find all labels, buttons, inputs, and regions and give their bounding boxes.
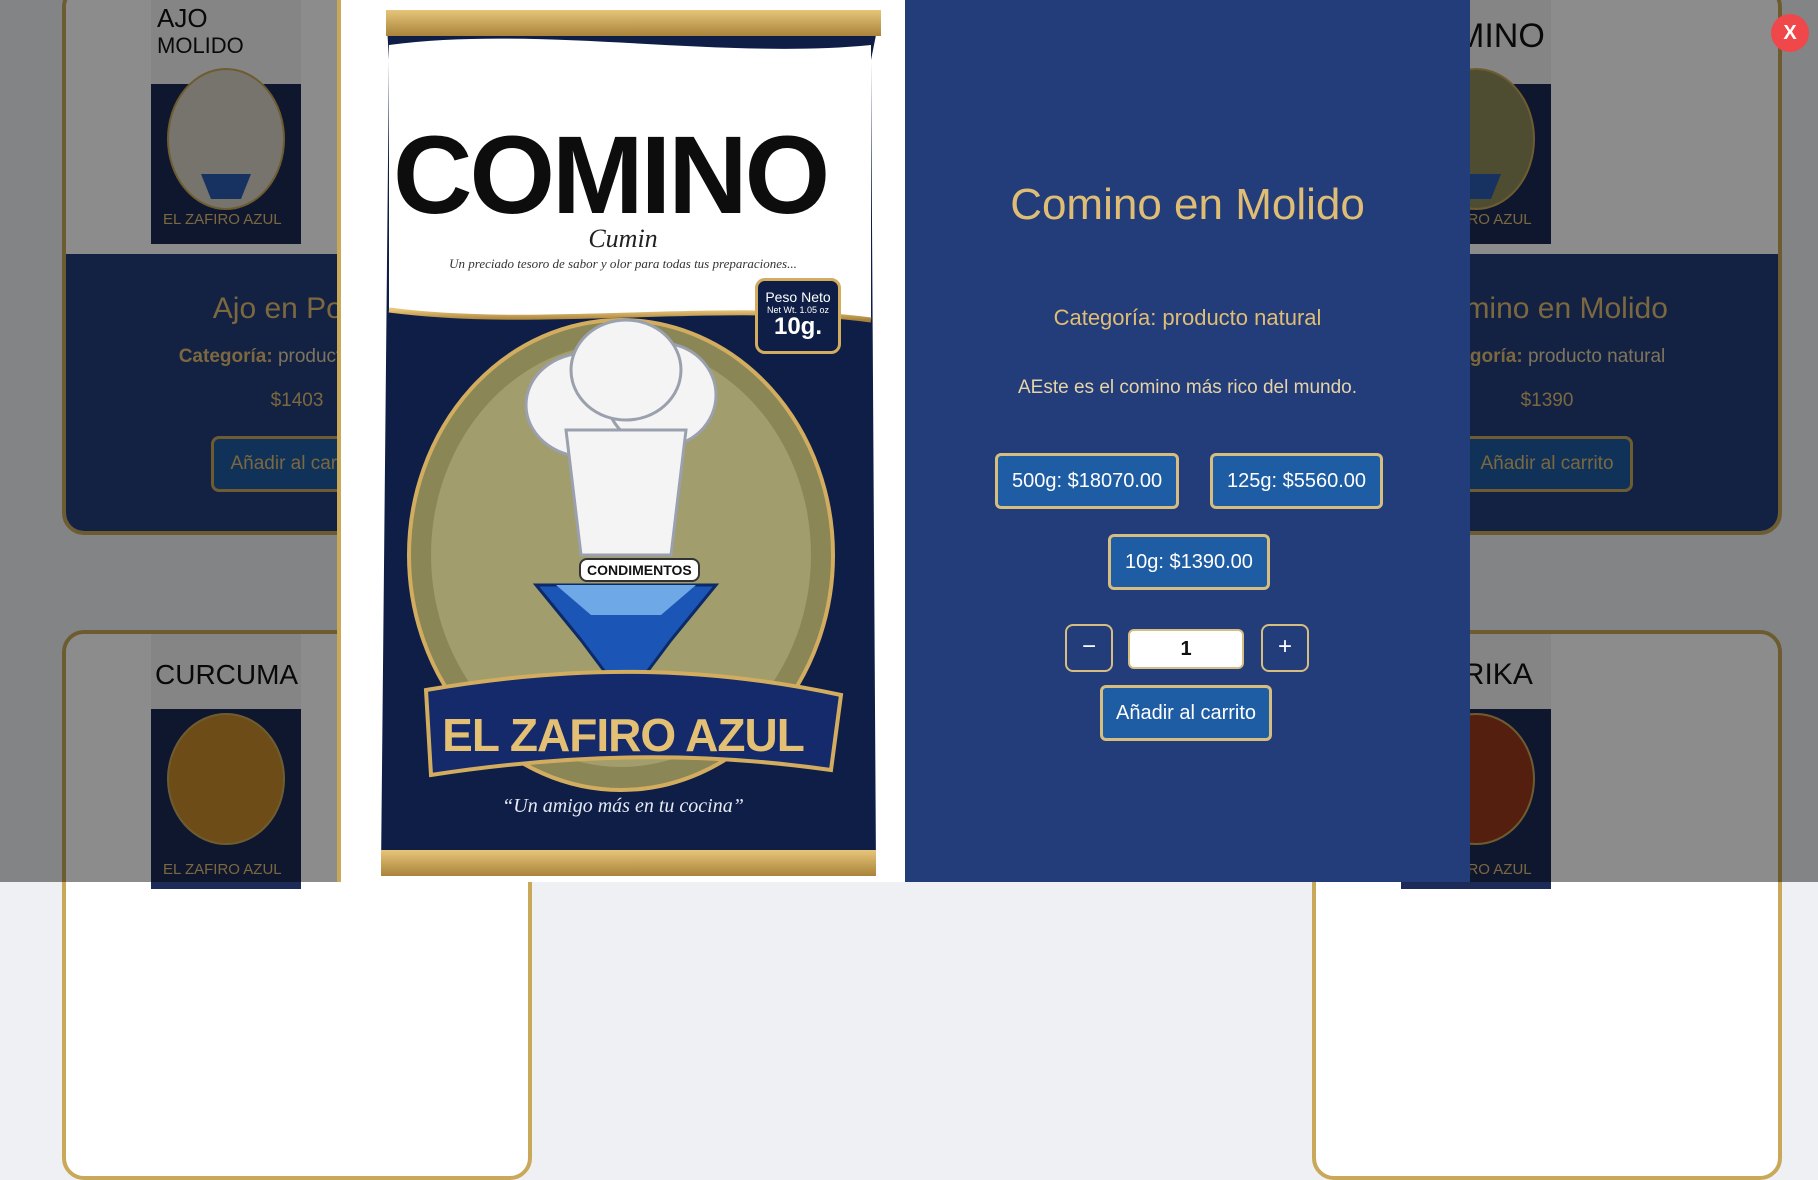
product-modal: COMINO Cumin Un preciado tesoro de sabor… xyxy=(337,0,1470,882)
decrement-button[interactable]: − xyxy=(1065,624,1113,672)
add-to-cart-button[interactable]: Añadir al carrito xyxy=(1100,685,1273,741)
product-description: AEste es el comino más rico del mundo. xyxy=(1018,377,1357,398)
condimentos-badge: CONDIMENTOS xyxy=(579,558,700,582)
option-500g-button[interactable]: 500g: $18070.00 xyxy=(995,453,1180,509)
weight-badge: Peso Neto Net Wt. 1.05 oz 10g. xyxy=(755,278,841,354)
quantity-input[interactable] xyxy=(1128,629,1244,669)
product-package-image: COMINO Cumin Un preciado tesoro de sabor… xyxy=(337,0,905,882)
product-category: Categoría: producto natural xyxy=(1053,305,1322,330)
package-tagline: Un preciado tesoro de sabor y olor para … xyxy=(449,256,797,271)
brand-name: EL ZAFIRO AZUL xyxy=(442,709,805,761)
option-10g-button[interactable]: 10g: $1390.00 xyxy=(1108,534,1270,590)
product-details: Comino en Molido Categoría: producto nat… xyxy=(905,0,1470,882)
increment-button[interactable]: + xyxy=(1261,624,1309,672)
package-name: COMINO xyxy=(393,114,830,237)
brand-slogan: “Un amigo más en tu cocina” xyxy=(502,795,744,817)
close-modal-button[interactable]: X xyxy=(1771,14,1809,52)
product-title: Comino en Molido xyxy=(1010,180,1365,229)
package-subtitle: Cumin xyxy=(588,224,658,253)
option-125g-button[interactable]: 125g: $5560.00 xyxy=(1210,453,1384,509)
